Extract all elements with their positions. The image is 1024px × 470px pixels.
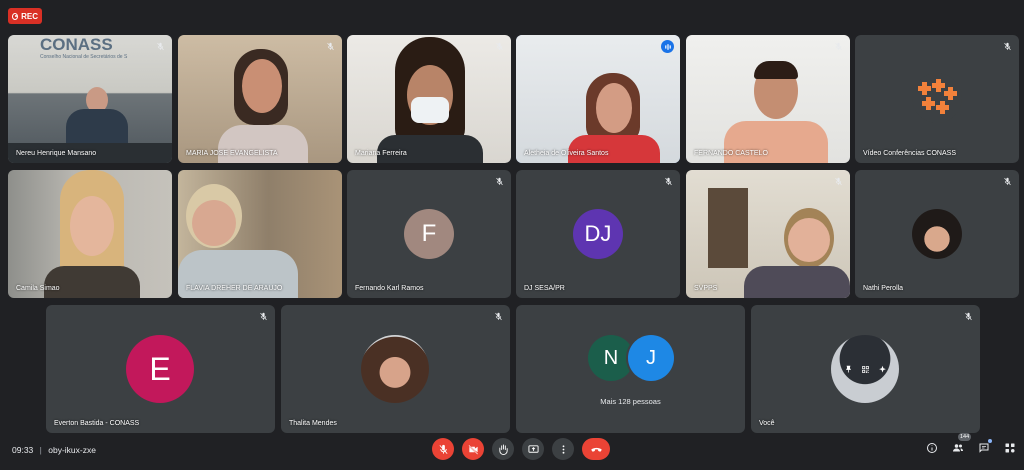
- chat-button[interactable]: [978, 439, 992, 459]
- self-view-controls[interactable]: [844, 365, 887, 374]
- video-feed: [178, 35, 342, 163]
- participant-tile[interactable]: CONASS Conselho Nacional de Secretários …: [8, 35, 172, 163]
- conass-wall-subtitle: Conselho Nacional de Secretários de S: [40, 54, 128, 60]
- participant-tile[interactable]: DJ DJ SESA/PR: [516, 170, 680, 298]
- qr-icon[interactable]: [861, 365, 870, 374]
- participant-name: DJ SESA/PR: [524, 285, 565, 292]
- avatar: F: [404, 209, 454, 259]
- activities-button[interactable]: [1004, 441, 1016, 459]
- meeting-info: 09:33 | oby-ikux-zxe: [12, 445, 96, 455]
- mic-off-icon: [1001, 175, 1013, 187]
- chat-icon: [979, 443, 989, 453]
- mic-off-icon: [832, 175, 844, 187]
- participant-name: SVPPS: [694, 285, 718, 292]
- participant-name: Camila Simao: [16, 285, 60, 292]
- present-button[interactable]: [522, 438, 544, 460]
- call-end-icon: [590, 447, 602, 452]
- recording-badge: REC: [8, 8, 42, 24]
- camera-off-icon: [467, 444, 478, 455]
- more-participants-tile[interactable]: N J Mais 128 pessoas: [516, 305, 745, 433]
- mic-off-icon: [257, 310, 269, 322]
- video-feed: [8, 170, 172, 298]
- video-feed: [686, 170, 850, 298]
- participant-name: Everton Bastida - CONASS: [54, 420, 140, 427]
- mic-off-icon: [493, 40, 505, 52]
- participant-tile[interactable]: F Fernando Karl Ramos: [347, 170, 511, 298]
- avatar-photo: [831, 335, 899, 403]
- mic-off-icon: [154, 40, 166, 52]
- video-feed: [516, 35, 680, 163]
- info-icon: [927, 443, 937, 453]
- meeting-details-button[interactable]: [926, 441, 938, 459]
- participant-tile[interactable]: FERNANDO CASTELO: [686, 35, 850, 163]
- leave-call-button[interactable]: [582, 438, 610, 460]
- meeting-code[interactable]: oby-ikux-zxe: [48, 445, 96, 455]
- participant-tile[interactable]: Thalita Mendes: [281, 305, 510, 433]
- avatar: DJ: [573, 209, 623, 259]
- mic-off-icon: [1001, 40, 1013, 52]
- more-participants-label: Mais 128 pessoas: [600, 397, 661, 406]
- participant-name: Nereu Henrique Mansano: [16, 150, 97, 157]
- people-count-badge: 144: [958, 433, 972, 441]
- participant-name: Vídeo Conferências CONASS: [863, 150, 956, 157]
- mic-off-icon: [438, 444, 448, 454]
- avatar: J: [628, 335, 674, 381]
- raise-hand-icon: [498, 443, 508, 455]
- avatar-photo: [912, 209, 962, 259]
- participant-name: Thalita Mendes: [289, 420, 337, 427]
- self-tile[interactable]: Você: [751, 305, 980, 433]
- participant-tile[interactable]: SVPPS: [686, 170, 850, 298]
- participant-tile[interactable]: Vídeo Conferências CONASS: [855, 35, 1019, 163]
- participant-tile[interactable]: MARIA JOSE EVANGELISTA: [178, 35, 342, 163]
- participant-name: MARIA JOSE EVANGELISTA: [186, 150, 278, 157]
- camera-toggle-button[interactable]: [462, 438, 484, 460]
- recording-label: REC: [21, 11, 38, 21]
- call-controls: [432, 438, 610, 460]
- participant-tile-speaking[interactable]: Aletheia de Oliveira Santos: [516, 35, 680, 163]
- participant-tile[interactable]: Camila Simao: [8, 170, 172, 298]
- participant-name: FERNANDO CASTELO: [694, 150, 768, 157]
- participant-name: Você: [759, 420, 775, 427]
- participant-name: Mariana Ferreira: [355, 150, 407, 157]
- raise-hand-button[interactable]: [492, 438, 514, 460]
- participant-name: FLAVIA DREHER DE ARAUJO: [186, 285, 283, 292]
- side-panel-controls: 144: [926, 433, 1016, 459]
- conass-wall-text: CONASS: [40, 35, 113, 54]
- video-feed: [347, 35, 511, 163]
- participant-name: Aletheia de Oliveira Santos: [524, 150, 609, 157]
- mic-off-icon: [492, 310, 504, 322]
- mic-off-icon: [493, 175, 505, 187]
- rec-icon: [12, 12, 19, 20]
- chat-notification-dot: [988, 439, 992, 443]
- avatar-photo: [361, 335, 429, 403]
- video-feed: [178, 170, 342, 298]
- present-icon: [527, 444, 539, 453]
- people-button[interactable]: 144: [952, 433, 972, 459]
- mic-toggle-button[interactable]: [432, 438, 454, 460]
- activities-icon: [1005, 443, 1015, 453]
- pin-icon[interactable]: [844, 365, 853, 374]
- speaking-indicator-icon: [661, 40, 674, 53]
- mic-off-icon: [662, 175, 674, 187]
- more-options-button[interactable]: [552, 438, 574, 460]
- people-icon: [953, 444, 963, 452]
- conass-logo-avatar: [912, 73, 962, 123]
- participant-tile[interactable]: Mariana Ferreira: [347, 35, 511, 163]
- separator: |: [39, 445, 42, 455]
- participant-tile[interactable]: E Everton Bastida - CONASS: [46, 305, 275, 433]
- participant-tile[interactable]: Nathi Perolla: [855, 170, 1019, 298]
- mic-off-icon: [832, 40, 844, 52]
- participant-name: Fernando Karl Ramos: [355, 285, 424, 292]
- mic-off-icon: [324, 40, 336, 52]
- clock-time: 09:33: [12, 445, 34, 455]
- more-vert-icon: [562, 444, 564, 454]
- mic-off-icon: [962, 310, 974, 322]
- video-feed: CONASS Conselho Nacional de Secretários …: [8, 35, 172, 163]
- participant-name: Nathi Perolla: [863, 285, 904, 292]
- avatar: E: [126, 335, 194, 403]
- video-feed: [686, 35, 850, 163]
- participant-tile[interactable]: FLAVIA DREHER DE ARAUJO: [178, 170, 342, 298]
- bottom-bar: 09:33 | oby-ikux-zxe 144: [0, 432, 1024, 470]
- effects-icon[interactable]: [878, 365, 887, 374]
